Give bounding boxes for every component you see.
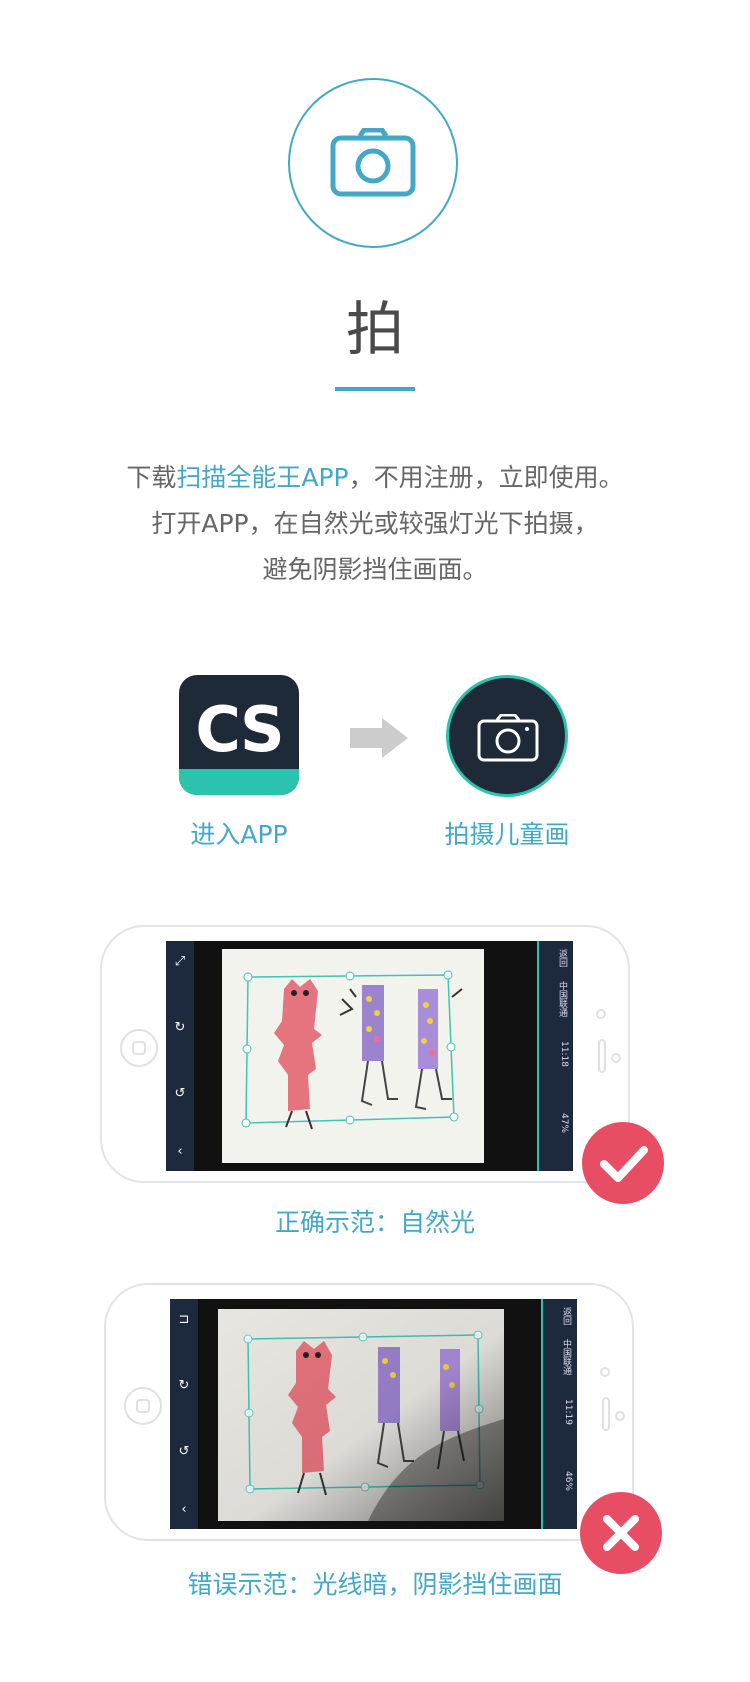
- arrow-right-icon: [350, 718, 408, 758]
- home-button: [124, 1387, 162, 1425]
- tool-sidebar: ⤢ ↻ ↺ ‹: [166, 941, 194, 1171]
- step-label-enter-app: 进入APP: [190, 820, 288, 849]
- header-camera-circle: [288, 78, 458, 248]
- front-camera: [596, 1009, 606, 1019]
- camscanner-app-icon: CS: [179, 675, 299, 795]
- correct-badge: [582, 1122, 664, 1204]
- description-prefix: 下载: [126, 463, 177, 492]
- camera-icon: [330, 128, 416, 197]
- battery-text: 46%: [563, 1471, 573, 1492]
- speaker-slot: [598, 1039, 606, 1073]
- child-drawing: [241, 970, 463, 1130]
- description-line-2: 打开APP，在自然光或较强灯光下拍摄，: [151, 509, 599, 538]
- description-line-1: 下载扫描全能王APP，不用注册，立即使用。: [0, 455, 750, 501]
- rotate-icon[interactable]: ↻: [173, 1021, 187, 1035]
- sensor-dot: [615, 1411, 625, 1421]
- phone-bad-example: ⊐ ↻ ↺ ‹ 返回 中国联通 11:19 46%: [104, 1283, 634, 1541]
- description-suffix: ，不用注册，立即使用。: [348, 463, 624, 492]
- rotate-left-icon[interactable]: ↺: [177, 1445, 191, 1459]
- incorrect-badge: [580, 1492, 662, 1574]
- app-icon-band: [179, 769, 299, 795]
- title-underline: [335, 387, 415, 391]
- speaker-slot: [602, 1397, 610, 1431]
- cross-icon: [603, 1515, 639, 1551]
- expand-icon[interactable]: ⤢: [173, 955, 187, 969]
- back-text[interactable]: 返回: [556, 949, 569, 967]
- checkmark-icon: [600, 1146, 648, 1182]
- camera-step-icon: [446, 675, 568, 797]
- battery-text: 47%: [559, 1113, 569, 1134]
- child-drawing: [218, 1309, 504, 1521]
- drawing-paper: [222, 949, 484, 1163]
- app-name-link: 扫描全能王APP: [176, 463, 349, 492]
- home-button: [120, 1029, 158, 1067]
- screen-bad: ⊐ ↻ ↺ ‹ 返回 中国联通 11:19 46%: [170, 1299, 577, 1529]
- crop-icon[interactable]: ⊐: [177, 1313, 191, 1327]
- status-bar-rotated: 返回 中国联通 11:19 46%: [541, 1299, 577, 1529]
- back-chevron-icon[interactable]: ‹: [173, 1145, 187, 1159]
- time-text: 11:19: [563, 1399, 573, 1425]
- tool-sidebar: ⊐ ↻ ↺ ‹: [170, 1299, 198, 1529]
- description-line-3: 避免阴影挡住画面。: [262, 555, 488, 584]
- bad-example-caption: 错误示范：光线暗，阴影挡住画面: [187, 1570, 563, 1599]
- good-example-caption: 正确示范：自然光: [274, 1208, 475, 1237]
- phone-good-example: ⤢ ↻ ↺ ‹ 返回 中国联通 11:18 47%: [100, 925, 630, 1183]
- time-text: 11:18: [559, 1041, 569, 1067]
- carrier-text: 中国联通: [561, 1339, 571, 1375]
- screen-good: ⤢ ↻ ↺ ‹ 返回 中国联通 11:18 47%: [166, 941, 573, 1171]
- drawing-paper: [218, 1309, 504, 1521]
- app-icon-text: CS: [195, 693, 284, 766]
- step-label-take-photo: 拍摄儿童画: [444, 820, 570, 849]
- page-title: 拍: [345, 295, 404, 363]
- front-camera: [600, 1367, 610, 1377]
- back-chevron-icon[interactable]: ‹: [177, 1503, 191, 1517]
- sensor-dot: [611, 1053, 621, 1063]
- carrier-text: 中国联通: [557, 981, 567, 1017]
- camera-icon: [477, 714, 539, 762]
- status-bar-rotated: 返回 中国联通 11:18 47%: [537, 941, 573, 1171]
- rotate-icon[interactable]: ↻: [177, 1379, 191, 1393]
- rotate-left-icon[interactable]: ↺: [173, 1087, 187, 1101]
- back-text[interactable]: 返回: [560, 1307, 573, 1325]
